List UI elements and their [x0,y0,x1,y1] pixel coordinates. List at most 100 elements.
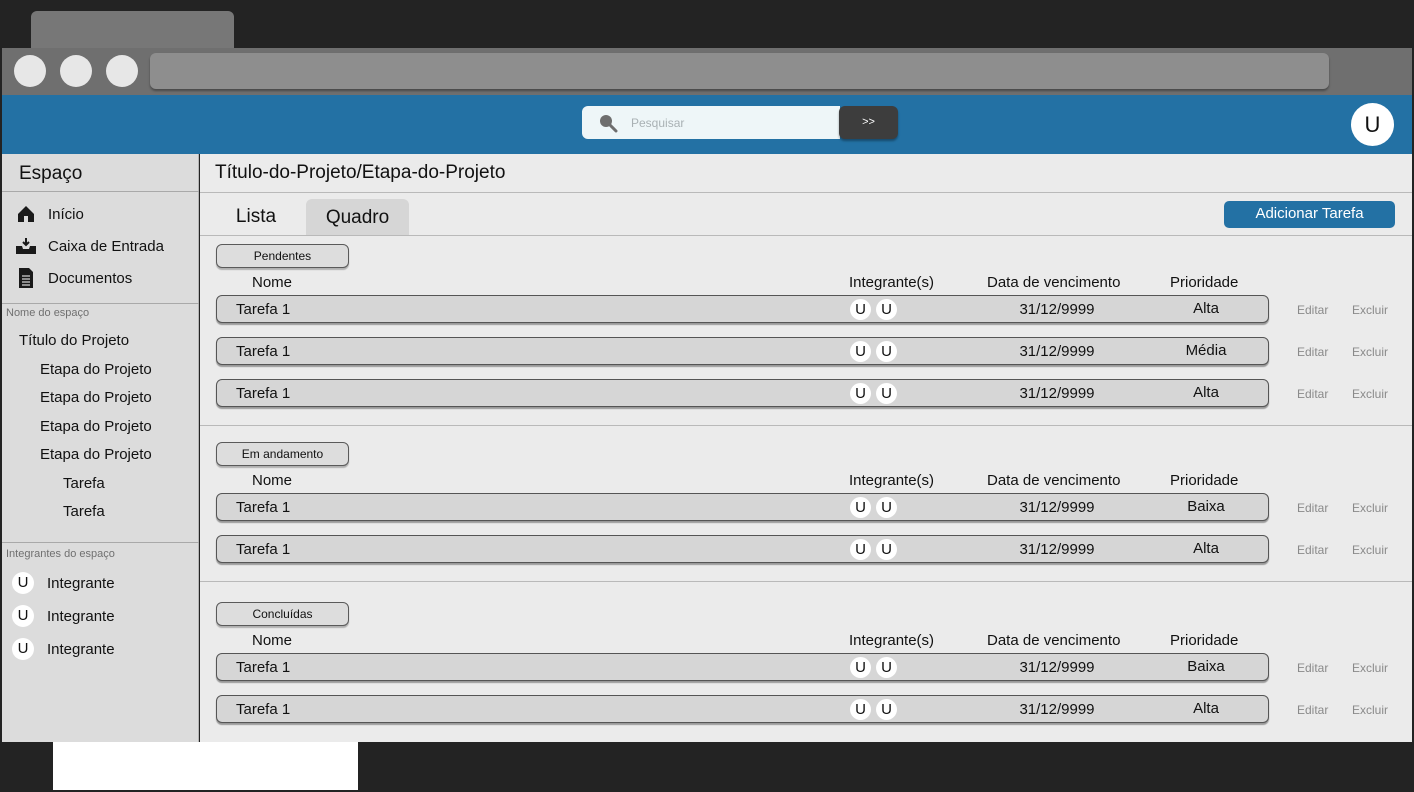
avatar[interactable]: U [876,341,897,362]
task-row[interactable]: Tarefa 1 U U 31/12/9999 Baixa [216,653,1269,681]
task-due-date: 31/12/9999 [1019,659,1095,676]
search-input[interactable] [582,106,840,139]
column-header-name: Nome [252,472,293,489]
edit-task-button[interactable]: Editar [1297,501,1328,515]
edit-task-button[interactable]: Editar [1297,345,1328,359]
task-row[interactable]: Tarefa 1 U U 31/12/9999 Média [216,337,1269,365]
avatar[interactable]: U [876,657,897,678]
task-due-date: 31/12/9999 [1019,385,1095,402]
delete-task-button[interactable]: Excluir [1352,703,1388,717]
divider [200,192,1412,193]
edit-task-button[interactable]: Editar [1297,703,1328,717]
sidebar-member[interactable]: U Integrante [12,605,115,627]
task-name: Tarefa 1 [236,385,291,402]
sidebar-stage[interactable]: Etapa do Projeto [40,389,152,406]
sidebar-stage[interactable]: Etapa do Projeto [40,446,152,463]
user-avatar[interactable]: U [1351,103,1394,146]
search-icon [600,115,618,133]
sidebar-item-inicio[interactable]: Início [14,201,84,227]
delete-task-button[interactable]: Excluir [1352,543,1388,557]
window-control-dot[interactable] [60,55,92,87]
avatar[interactable]: U [850,539,871,560]
task-row[interactable]: Tarefa 1 U U 31/12/9999 Baixa [216,493,1269,521]
avatar[interactable]: U [850,341,871,362]
task-due-date: 31/12/9999 [1019,541,1095,558]
avatar[interactable]: U [876,699,897,720]
delete-task-button[interactable]: Excluir [1352,387,1388,401]
sidebar-project-title[interactable]: Título do Projeto [19,332,129,349]
sidebar-item-label: Caixa de Entrada [48,237,164,255]
sidebar-task[interactable]: Tarefa [63,475,105,492]
task-name: Tarefa 1 [236,499,291,516]
task-priority: Alta [1193,384,1219,401]
sidebar-member[interactable]: U Integrante [12,638,115,660]
document-icon [14,267,38,289]
group-label[interactable]: Concluídas [216,602,349,626]
avatar[interactable]: U [850,657,871,678]
task-name: Tarefa 1 [236,343,291,360]
edit-task-button[interactable]: Editar [1297,387,1328,401]
task-name: Tarefa 1 [236,659,291,676]
group-label[interactable]: Em andamento [216,442,349,466]
edit-task-button[interactable]: Editar [1297,543,1328,557]
tab-quadro[interactable]: Quadro [306,199,409,235]
members-section-label: Integrantes do espaço [6,548,115,560]
task-name: Tarefa 1 [236,301,291,318]
task-name: Tarefa 1 [236,541,291,558]
task-priority: Alta [1193,300,1219,317]
sidebar-item-caixa-de-entrada[interactable]: Caixa de Entrada [14,233,164,259]
column-header-priority: Prioridade [1170,472,1239,489]
inbox-icon [14,235,38,257]
avatar[interactable]: U [850,299,871,320]
column-header-due-date: Data de vencimento [987,472,1121,489]
column-header-priority: Prioridade [1170,632,1239,649]
task-due-date: 31/12/9999 [1019,499,1095,516]
breadcrumb: Título-do-Projeto/Etapa-do-Projeto [215,162,506,183]
delete-task-button[interactable]: Excluir [1352,345,1388,359]
avatar[interactable]: U [876,299,897,320]
search-button[interactable]: >> [839,106,898,139]
delete-task-button[interactable]: Excluir [1352,303,1388,317]
task-row[interactable]: Tarefa 1 U U 31/12/9999 Alta [216,295,1269,323]
add-task-button[interactable]: Adicionar Tarefa [1224,201,1395,228]
sidebar-task[interactable]: Tarefa [63,503,105,520]
address-bar[interactable] [150,53,1329,89]
sidebar-title: Espaço [19,163,83,184]
column-header-members: Integrante(s) [849,472,935,489]
avatar[interactable]: U [876,497,897,518]
group-label[interactable]: Pendentes [216,244,349,268]
avatar[interactable]: U [876,383,897,404]
delete-task-button[interactable]: Excluir [1352,501,1388,515]
edit-task-button[interactable]: Editar [1297,303,1328,317]
avatar[interactable]: U [850,497,871,518]
task-priority: Alta [1193,700,1219,717]
member-name: Integrante [47,574,115,592]
member-name: Integrante [47,607,115,625]
delete-task-button[interactable]: Excluir [1352,661,1388,675]
task-priority: Média [1185,342,1227,359]
task-priority: Alta [1193,540,1219,557]
sidebar-item-documentos[interactable]: Documentos [14,265,132,291]
sidebar-item-label: Documentos [48,269,133,287]
avatar[interactable]: U [850,699,871,720]
column-header-name: Nome [252,632,293,649]
divider [200,235,1412,236]
column-header-name: Nome [252,274,293,291]
column-header-members: Integrante(s) [849,274,935,291]
sidebar-member[interactable]: U Integrante [12,572,115,594]
window-control-dot[interactable] [106,55,138,87]
avatar[interactable]: U [876,539,897,560]
browser-tab[interactable] [31,11,234,51]
sidebar-stage[interactable]: Etapa do Projeto [40,361,152,378]
tab-lista[interactable]: Lista [207,199,305,235]
column-header-priority: Prioridade [1170,274,1239,291]
task-row[interactable]: Tarefa 1 U U 31/12/9999 Alta [216,379,1269,407]
avatar[interactable]: U [850,383,871,404]
task-due-date: 31/12/9999 [1019,343,1095,360]
task-due-date: 31/12/9999 [1019,701,1095,718]
task-row[interactable]: Tarefa 1 U U 31/12/9999 Alta [216,695,1269,723]
sidebar-stage[interactable]: Etapa do Projeto [40,418,152,435]
edit-task-button[interactable]: Editar [1297,661,1328,675]
window-control-dot[interactable] [14,55,46,87]
task-row[interactable]: Tarefa 1 U U 31/12/9999 Alta [216,535,1269,563]
